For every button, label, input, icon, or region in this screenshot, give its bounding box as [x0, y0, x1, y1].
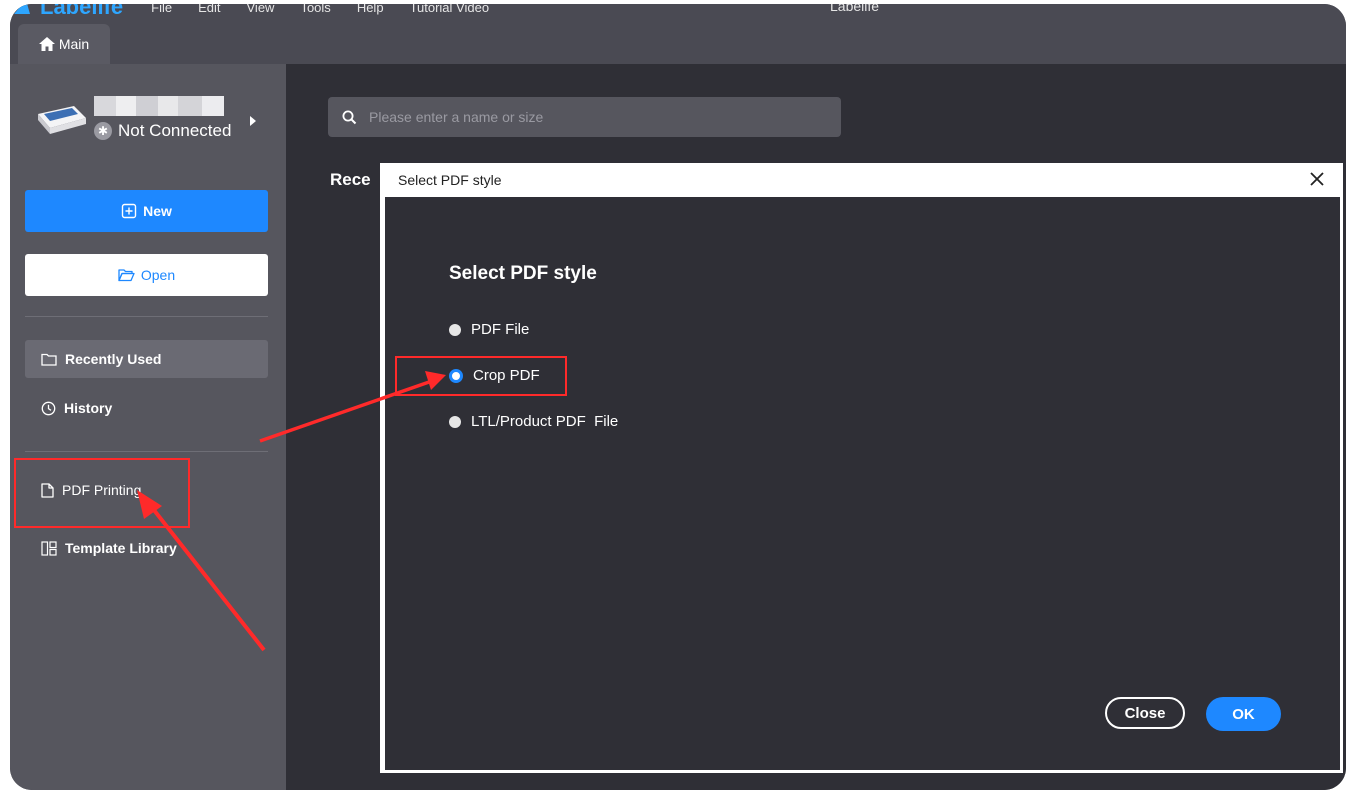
printer-icon: [38, 106, 86, 134]
title-bar: Labelife File Edit View Tools Help Tutor…: [10, 4, 1346, 64]
search-bar[interactable]: [328, 97, 841, 137]
tab-main[interactable]: Main: [18, 24, 110, 64]
folder-open-icon: [118, 269, 135, 282]
menu-help[interactable]: Help: [357, 4, 384, 15]
menu-edit[interactable]: Edit: [198, 4, 220, 15]
sidebar-item-recently-used[interactable]: Recently Used: [25, 340, 268, 378]
search-icon: [342, 110, 357, 124]
open-button-label: Open: [140, 267, 176, 283]
search-input[interactable]: [367, 108, 811, 126]
menu-bar: Labelife File Edit View Tools Help Tutor…: [10, 4, 515, 19]
device-name-redacted: [94, 96, 224, 116]
dialog-header: Select PDF style: [380, 163, 1343, 197]
dialog-heading: Select PDF style: [449, 263, 597, 284]
folder-icon: [41, 353, 57, 366]
sidebar-item-label: Recently Used: [65, 351, 162, 367]
sidebar: ✱ Not Connected New Open Recently Used H…: [10, 64, 286, 790]
tab-main-label: Main: [58, 36, 90, 52]
sidebar-item-label: PDF Printing: [62, 482, 142, 498]
dialog-window-title: Select PDF style: [398, 172, 502, 188]
radio-button-selected[interactable]: [449, 368, 463, 383]
menu-tutorial-video[interactable]: Tutorial Video: [410, 4, 490, 15]
clock-icon: [41, 401, 56, 415]
window-title: Labelife: [830, 4, 880, 14]
close-button[interactable]: Close: [1105, 697, 1185, 729]
option-label: PDF File: [471, 321, 530, 338]
logo-text: Labelife: [40, 4, 124, 19]
menu-tools[interactable]: Tools: [300, 4, 330, 15]
device-selector[interactable]: ✱ Not Connected: [36, 96, 276, 156]
sidebar-divider: [25, 316, 268, 317]
sidebar-item-label: Template Library: [65, 540, 177, 556]
option-crop-pdf[interactable]: Crop PDF: [449, 367, 540, 384]
sidebar-item-history[interactable]: History: [25, 389, 268, 427]
sidebar-divider: [25, 451, 268, 452]
option-label: Crop PDF: [473, 367, 540, 384]
logo-icon: [14, 4, 30, 14]
dialog-body: Select PDF style PDF File Crop PDF LTL/P…: [385, 197, 1340, 770]
device-status: Not Connected: [118, 121, 232, 140]
bluetooth-icon: ✱: [94, 122, 112, 140]
option-pdf-file[interactable]: PDF File: [449, 321, 529, 338]
plus-file-icon: [121, 203, 137, 219]
chevron-right-icon[interactable]: [250, 116, 256, 126]
sidebar-item-pdf-printing[interactable]: PDF Printing: [25, 471, 268, 509]
sidebar-item-template-library[interactable]: Template Library: [25, 529, 268, 567]
select-pdf-style-dialog: Select PDF style Select PDF style PDF Fi…: [380, 163, 1343, 773]
new-button-label: New: [143, 203, 172, 219]
new-button[interactable]: New: [25, 190, 268, 232]
section-title: Rece: [330, 170, 371, 189]
option-label: LTL/Product PDF File: [471, 413, 619, 430]
open-button[interactable]: Open: [25, 254, 268, 296]
close-icon[interactable]: [1307, 169, 1327, 189]
template-grid-icon: [41, 540, 57, 556]
ok-button[interactable]: OK: [1206, 697, 1281, 731]
radio-button[interactable]: [449, 323, 461, 336]
sidebar-item-label: History: [64, 400, 113, 416]
menu-view[interactable]: View: [247, 4, 275, 15]
home-icon: [38, 37, 55, 51]
document-icon: [41, 482, 54, 498]
app-logo: Labelife: [14, 4, 151, 20]
radio-button[interactable]: [449, 415, 461, 428]
menu-file[interactable]: File: [151, 4, 172, 15]
option-ltl-product-pdf-file[interactable]: LTL/Product PDF File: [449, 413, 618, 430]
